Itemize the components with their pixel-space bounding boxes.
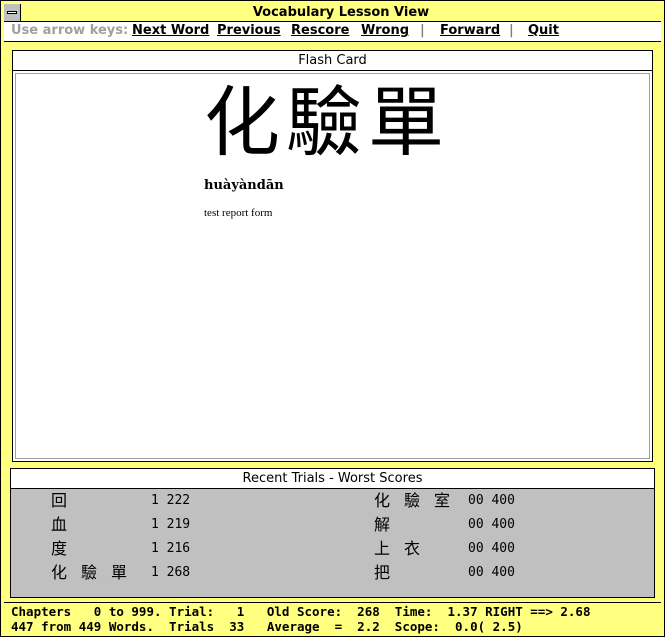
trial-word: 血 bbox=[51, 515, 82, 534]
trial-score: 00 400 bbox=[468, 565, 515, 580]
trial-score: 1 268 bbox=[151, 565, 191, 580]
menu-hint: Use arrow keys: bbox=[11, 23, 129, 38]
trial-word: 上衣 bbox=[374, 539, 435, 558]
title-bar[interactable]: Vocabulary Lesson View bbox=[4, 4, 661, 22]
menu-forward-label: Forward bbox=[440, 23, 501, 38]
trial-row: 回 1 222 bbox=[51, 489, 231, 513]
menu-separator: | bbox=[420, 23, 425, 38]
flash-card-pinyin: huàyàndān bbox=[204, 178, 284, 193]
trial-row: 上衣 00 400 bbox=[374, 537, 554, 561]
client-area: Flash Card 化驗單 huàyàndān test report for… bbox=[4, 42, 661, 602]
trial-score: 00 400 bbox=[468, 541, 515, 556]
flash-card-header: Flash Card bbox=[13, 51, 652, 71]
status-bar: Chapters 0 to 999. Trial: 1 Old Score: 2… bbox=[4, 602, 661, 634]
minus-icon bbox=[7, 11, 17, 14]
trial-word: 化驗室 bbox=[374, 491, 465, 510]
trial-word: 把 bbox=[374, 563, 405, 582]
trial-row: 解 00 400 bbox=[374, 513, 554, 537]
trial-score: 1 216 bbox=[151, 541, 191, 556]
menu-wrong-label: Wrong bbox=[361, 23, 410, 38]
trial-score: 00 400 bbox=[468, 493, 515, 508]
trial-row: 化驗室 00 400 bbox=[374, 489, 554, 513]
flash-card-gloss: test report form bbox=[204, 207, 273, 219]
menu-previous-label: Previous bbox=[217, 23, 281, 38]
flash-card-panel: Flash Card 化驗單 huàyàndān test report for… bbox=[12, 50, 653, 462]
menu-bar: Use arrow keys: Next Word Previous Resco… bbox=[4, 22, 661, 42]
menu-rescore-label: Rescore bbox=[291, 23, 350, 38]
trial-word: 化驗單 bbox=[51, 563, 142, 582]
trial-word: 解 bbox=[374, 515, 405, 534]
trial-word: 度 bbox=[51, 539, 82, 558]
menu-quit-label: Quit bbox=[528, 23, 559, 38]
trial-row: 把 00 400 bbox=[374, 561, 554, 585]
trial-row: 化驗單 1 268 bbox=[51, 561, 231, 585]
trial-word: 回 bbox=[51, 491, 82, 510]
trial-row: 度 1 216 bbox=[51, 537, 231, 561]
flash-card-body[interactable]: 化驗單 huàyàndān test report form bbox=[15, 73, 650, 459]
trial-score: 1 222 bbox=[151, 493, 191, 508]
trial-score: 00 400 bbox=[468, 517, 515, 532]
system-menu-button[interactable] bbox=[4, 4, 21, 21]
trial-score: 1 219 bbox=[151, 517, 191, 532]
trial-row: 血 1 219 bbox=[51, 513, 231, 537]
recent-trials-panel: Recent Trials - Worst Scores 回 1 222 血 1… bbox=[10, 468, 655, 598]
menu-separator: | bbox=[509, 23, 514, 38]
flash-card-hanzi: 化驗單 bbox=[204, 78, 450, 167]
menu-next-word-label: Next Word bbox=[132, 23, 210, 38]
recent-trials-header: Recent Trials - Worst Scores bbox=[11, 469, 654, 489]
status-line-2: 447 from 449 Words. Trials 33 Average = … bbox=[11, 619, 523, 634]
status-line-1: Chapters 0 to 999. Trial: 1 Old Score: 2… bbox=[11, 604, 591, 619]
window-title: Vocabulary Lesson View bbox=[252, 5, 430, 20]
